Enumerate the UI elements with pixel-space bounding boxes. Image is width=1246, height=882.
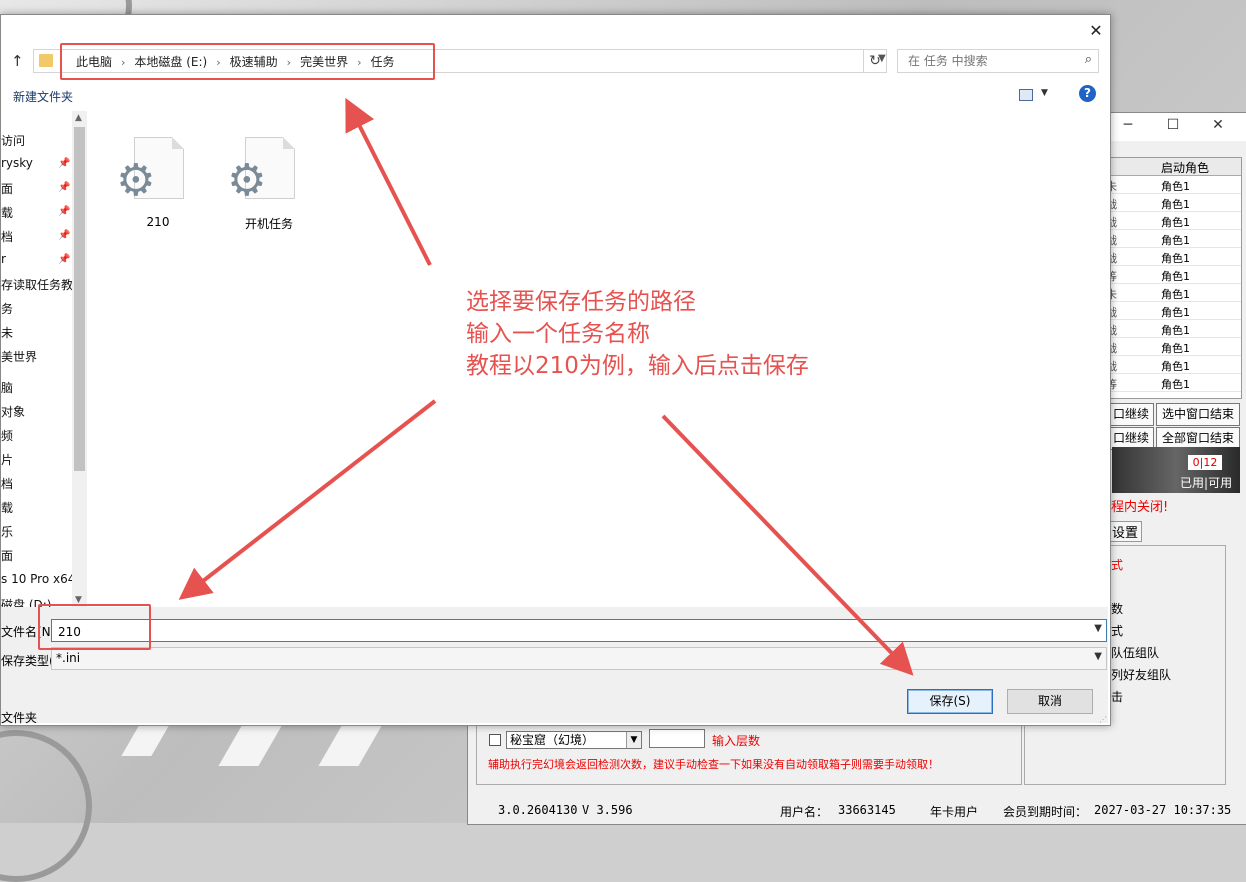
annotation-arrows [178, 97, 914, 676]
arrow-to-address [345, 97, 432, 266]
arrow-to-save [661, 414, 914, 676]
arrow-to-filename [178, 399, 437, 600]
